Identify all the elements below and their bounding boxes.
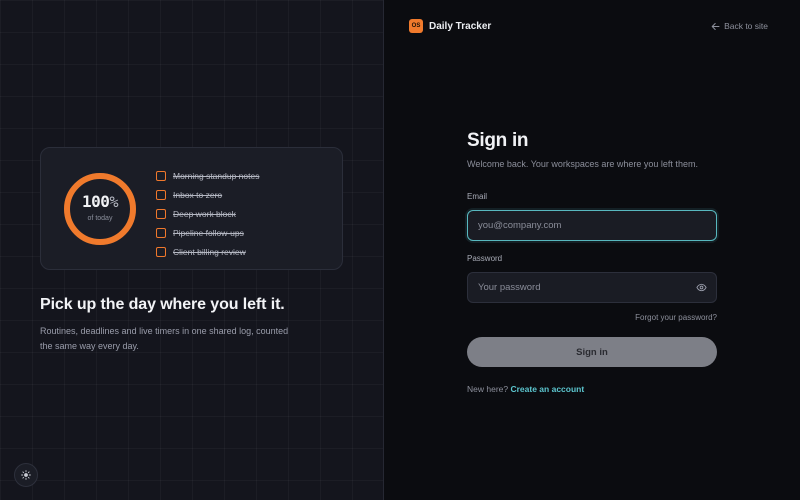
forgot-password-link[interactable]: Forgot your password?	[467, 313, 717, 324]
task-checkbox	[156, 170, 166, 181]
task-label: Client billing review	[173, 246, 246, 257]
task-label: Pipeline follow-ups	[173, 227, 244, 238]
task-label: Inbox to zero	[173, 189, 223, 200]
auth-panel: OS Daily Tracker Back to site Sign in We…	[384, 0, 800, 500]
progress-unit: %	[109, 193, 118, 211]
signup-prompt-text: New here?	[467, 384, 509, 394]
task-item: Inbox to zero	[156, 185, 259, 204]
eye-icon[interactable]	[696, 282, 707, 293]
task-checkbox	[156, 227, 166, 238]
task-checkbox	[156, 246, 166, 257]
progress-value: 100	[82, 192, 110, 211]
task-item: Client billing review	[156, 242, 259, 261]
back-to-site-link[interactable]: Back to site	[711, 21, 768, 31]
password-label: Password	[467, 254, 503, 263]
sign-in-title: Sign in	[467, 130, 529, 151]
progress-card: 100% of today Morning standup notes Inbo…	[40, 147, 343, 270]
task-checkbox	[156, 208, 166, 219]
theme-toggle-button[interactable]	[14, 463, 38, 487]
email-label: Email	[467, 192, 488, 201]
progress-percentage: 100%	[62, 192, 138, 211]
password-field-wrapper	[467, 272, 717, 303]
progress-caption: of today	[87, 215, 113, 222]
hero-subtext: Routines, deadlines and live timers in o…	[40, 326, 289, 351]
sign-in-form: Sign in Welcome back. Your workspaces ar…	[467, 130, 717, 394]
signup-prompt: New here? Create an account	[467, 384, 717, 394]
back-link-label: Back to site	[724, 21, 768, 31]
task-item: Morning standup notes	[156, 166, 259, 185]
brand[interactable]: OS Daily Tracker	[409, 19, 491, 33]
email-field[interactable]	[468, 211, 716, 240]
task-label: Deep work block	[173, 208, 236, 219]
task-checkbox	[156, 189, 166, 200]
brand-name: Daily Tracker	[429, 20, 492, 32]
sign-in-subtitle: Welcome back. Your workspaces are where …	[467, 159, 698, 169]
task-item: Pipeline follow-ups	[156, 223, 259, 242]
task-list: Morning standup notes Inbox to zero Deep…	[156, 166, 259, 261]
task-label: Morning standup notes	[173, 170, 260, 181]
sign-in-button[interactable]: Sign in	[467, 337, 717, 367]
sun-icon	[21, 470, 31, 480]
arrow-left-icon	[711, 22, 720, 30]
create-account-link[interactable]: Create an account	[510, 384, 584, 394]
password-field[interactable]	[468, 273, 716, 302]
hero-panel: 100% of today Morning standup notes Inbo…	[0, 0, 383, 500]
task-item: Deep work block	[156, 204, 259, 223]
brand-logo: OS	[409, 19, 423, 33]
email-field-wrapper	[467, 210, 717, 241]
hero-headline: Pick up the day where you left it.	[40, 296, 285, 313]
